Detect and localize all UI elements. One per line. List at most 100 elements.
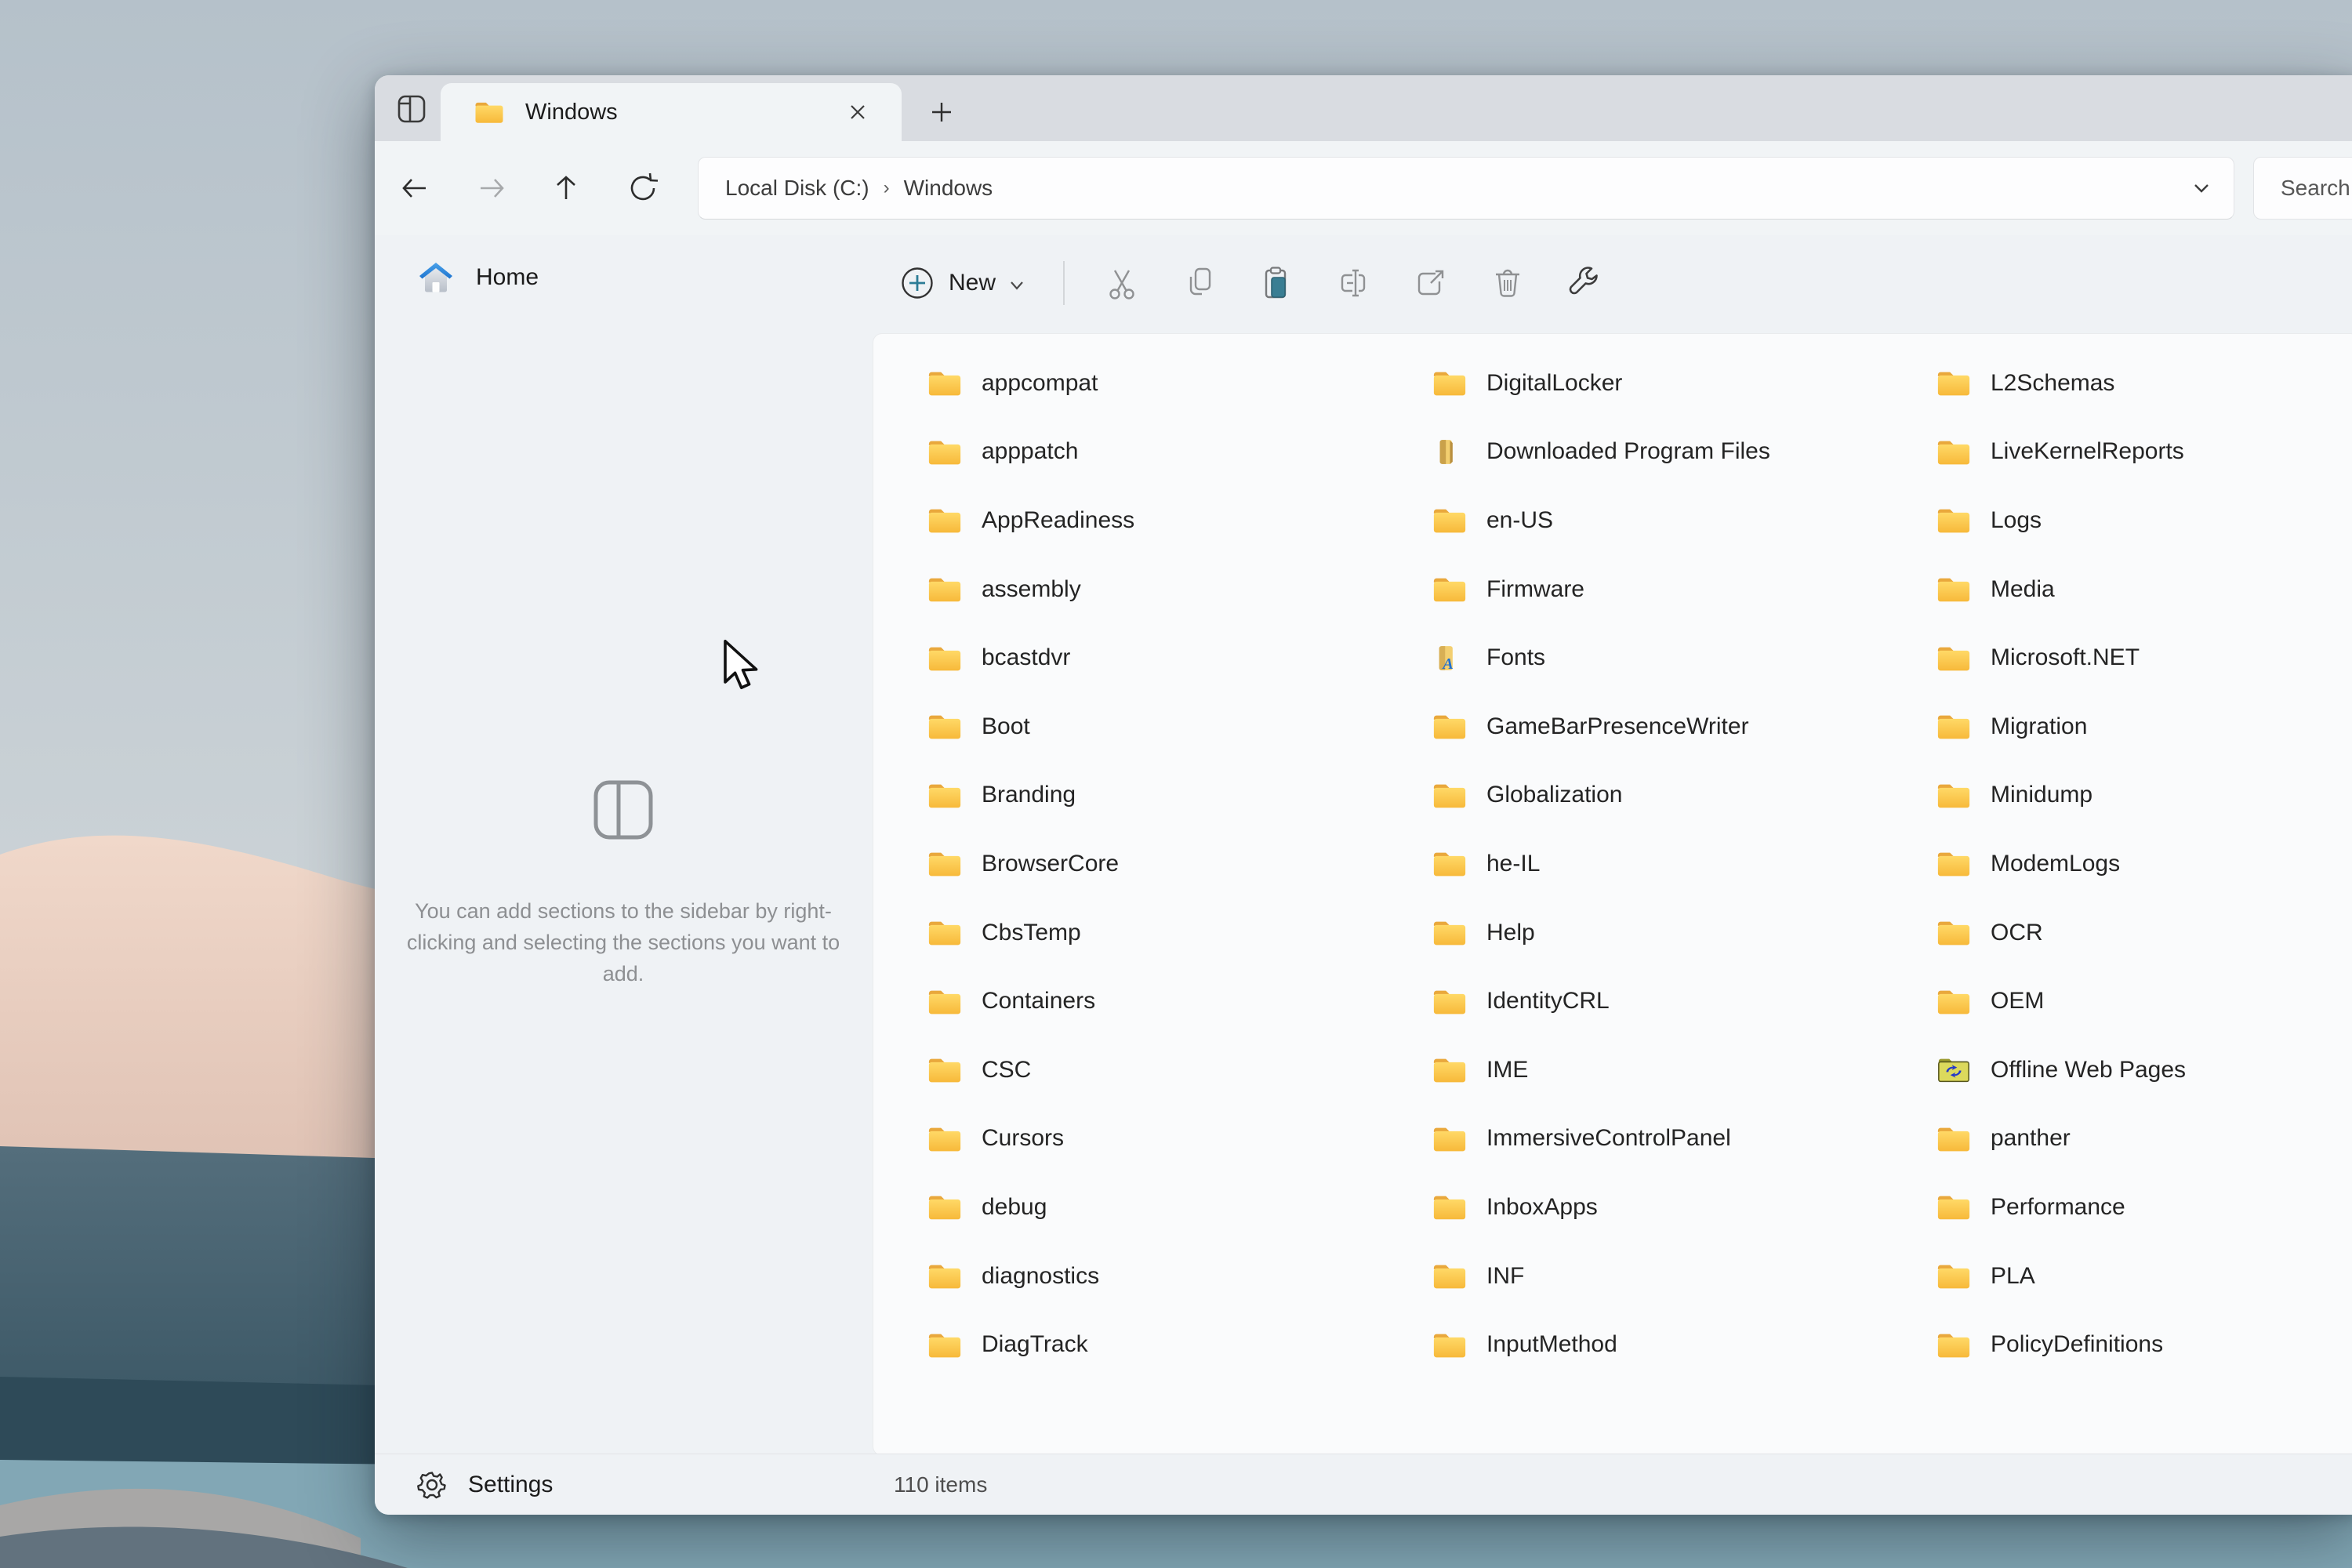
folder-icon xyxy=(927,1330,963,1359)
folder-icon xyxy=(927,918,963,947)
tab-list-button[interactable] xyxy=(389,86,434,132)
file-item-label: CbsTemp xyxy=(982,920,1081,946)
file-item[interactable]: CbsTemp xyxy=(914,898,1408,967)
folder-icon xyxy=(927,437,963,466)
file-item[interactable]: InboxApps xyxy=(1419,1173,1913,1242)
copy-button[interactable] xyxy=(1178,261,1222,305)
file-item[interactable]: Cursors xyxy=(914,1105,1408,1174)
file-item[interactable]: DiagTrack xyxy=(914,1310,1408,1379)
file-item[interactable]: PolicyDefinitions xyxy=(1923,1310,2352,1379)
properties-button[interactable] xyxy=(1563,261,1606,305)
folder-icon xyxy=(1432,781,1468,810)
file-item[interactable]: Firmware xyxy=(1419,555,1913,624)
address-bar[interactable]: Local Disk (C:) › Windows xyxy=(698,157,2234,220)
folder-icon xyxy=(1936,1192,1972,1221)
file-item[interactable]: GameBarPresenceWriter xyxy=(1419,692,1913,761)
file-item[interactable]: Offline Web Pages xyxy=(1923,1036,2352,1105)
file-item[interactable]: CSC xyxy=(914,1036,1408,1105)
folder-icon xyxy=(927,1124,963,1153)
file-item[interactable]: Migration xyxy=(1923,692,2352,761)
new-button[interactable]: New xyxy=(886,254,1040,312)
file-item-label: CSC xyxy=(982,1057,1031,1083)
rename-button[interactable] xyxy=(1332,261,1376,305)
file-item[interactable]: panther xyxy=(1923,1105,2352,1174)
file-item[interactable]: PLA xyxy=(1923,1242,2352,1311)
file-item[interactable]: Minidump xyxy=(1923,761,2352,830)
up-button[interactable] xyxy=(543,165,589,211)
refresh-button[interactable] xyxy=(620,165,666,211)
file-item[interactable]: Containers xyxy=(914,967,1408,1036)
toolbar-divider xyxy=(1063,261,1065,305)
file-item[interactable]: he-IL xyxy=(1419,829,1913,898)
forward-button[interactable] xyxy=(469,165,514,211)
cut-icon xyxy=(1105,264,1142,302)
folder-icon xyxy=(1432,575,1468,604)
sidebar-item-home[interactable]: Home xyxy=(388,248,858,307)
address-dropdown-chevron-icon[interactable] xyxy=(2190,176,2213,200)
folder-icon xyxy=(1936,918,1972,947)
folder-icon xyxy=(927,1192,963,1221)
file-item[interactable]: DigitalLocker xyxy=(1419,349,1913,418)
file-item[interactable]: Microsoft.NET xyxy=(1923,623,2352,692)
file-item[interactable]: Media xyxy=(1923,555,2352,624)
file-item[interactable]: apppatch xyxy=(914,418,1408,487)
file-item[interactable]: Performance xyxy=(1923,1173,2352,1242)
file-item-label: AppReadiness xyxy=(982,507,1134,534)
new-tab-button[interactable] xyxy=(922,93,961,132)
file-item[interactable]: LiveKernelReports xyxy=(1923,418,2352,487)
breadcrumb-local-disk[interactable]: Local Disk (C:) xyxy=(717,176,877,201)
file-item[interactable]: ImmersiveControlPanel xyxy=(1419,1105,1913,1174)
file-item[interactable]: OCR xyxy=(1923,898,2352,967)
cut-button[interactable] xyxy=(1102,261,1145,305)
file-item[interactable]: Logs xyxy=(1923,486,2352,555)
file-item[interactable]: diagnostics xyxy=(914,1242,1408,1311)
file-item[interactable]: InputMethod xyxy=(1419,1310,1913,1379)
sidebar-empty-state: You can add sections to the sidebar by r… xyxy=(375,776,872,989)
folder-icon xyxy=(1936,1124,1972,1153)
folder-icon xyxy=(927,712,963,741)
sidebar-panel-icon xyxy=(590,776,657,844)
tab-windows[interactable]: Windows xyxy=(441,83,902,141)
folder-icon xyxy=(1432,1330,1468,1359)
file-item[interactable]: BrowserCore xyxy=(914,829,1408,898)
file-item[interactable]: debug xyxy=(914,1173,1408,1242)
paste-button[interactable] xyxy=(1255,261,1299,305)
file-item-label: INF xyxy=(1486,1263,1524,1290)
breadcrumb-windows[interactable]: Windows xyxy=(896,176,1001,201)
share-button[interactable] xyxy=(1409,261,1453,305)
folder-icon xyxy=(1936,1261,1972,1290)
file-item[interactable]: IME xyxy=(1419,1036,1913,1105)
file-item[interactable]: AppReadiness xyxy=(914,486,1408,555)
file-item[interactable]: assembly xyxy=(914,555,1408,624)
file-item[interactable]: Branding xyxy=(914,761,1408,830)
file-item[interactable]: Downloaded Program Files xyxy=(1419,418,1913,487)
sidebar-item-settings[interactable]: Settings xyxy=(388,1461,858,1509)
file-item[interactable]: Help xyxy=(1419,898,1913,967)
command-bar: New xyxy=(886,235,2352,331)
new-plus-icon xyxy=(900,266,935,300)
file-item[interactable]: Boot xyxy=(914,692,1408,761)
folder-icon xyxy=(1432,1261,1468,1290)
folder-icon xyxy=(1432,849,1468,878)
new-button-label: New xyxy=(949,270,996,296)
file-item[interactable]: INF xyxy=(1419,1242,1913,1311)
folder-icon xyxy=(1432,1192,1468,1221)
file-item[interactable]: L2Schemas xyxy=(1923,349,2352,418)
file-item[interactable]: ModemLogs xyxy=(1923,829,2352,898)
file-item[interactable]: Globalization xyxy=(1419,761,1913,830)
file-item[interactable]: Fonts xyxy=(1419,623,1913,692)
file-item[interactable]: IdentityCRL xyxy=(1419,967,1913,1036)
mouse-cursor xyxy=(721,640,771,696)
file-item[interactable]: en-US xyxy=(1419,486,1913,555)
chevron-down-icon xyxy=(1008,277,1025,294)
tab-close-button[interactable] xyxy=(842,96,873,128)
file-item-label: Help xyxy=(1486,920,1535,946)
folder-icon xyxy=(927,849,963,878)
sidebar-home-label: Home xyxy=(476,264,539,291)
back-button[interactable] xyxy=(392,165,437,211)
file-item[interactable]: OEM xyxy=(1923,967,2352,1036)
file-item[interactable]: bcastdvr xyxy=(914,623,1408,692)
file-item[interactable]: appcompat xyxy=(914,349,1408,418)
search-box[interactable]: Search xyxy=(2253,157,2352,220)
delete-button[interactable] xyxy=(1486,261,1530,305)
